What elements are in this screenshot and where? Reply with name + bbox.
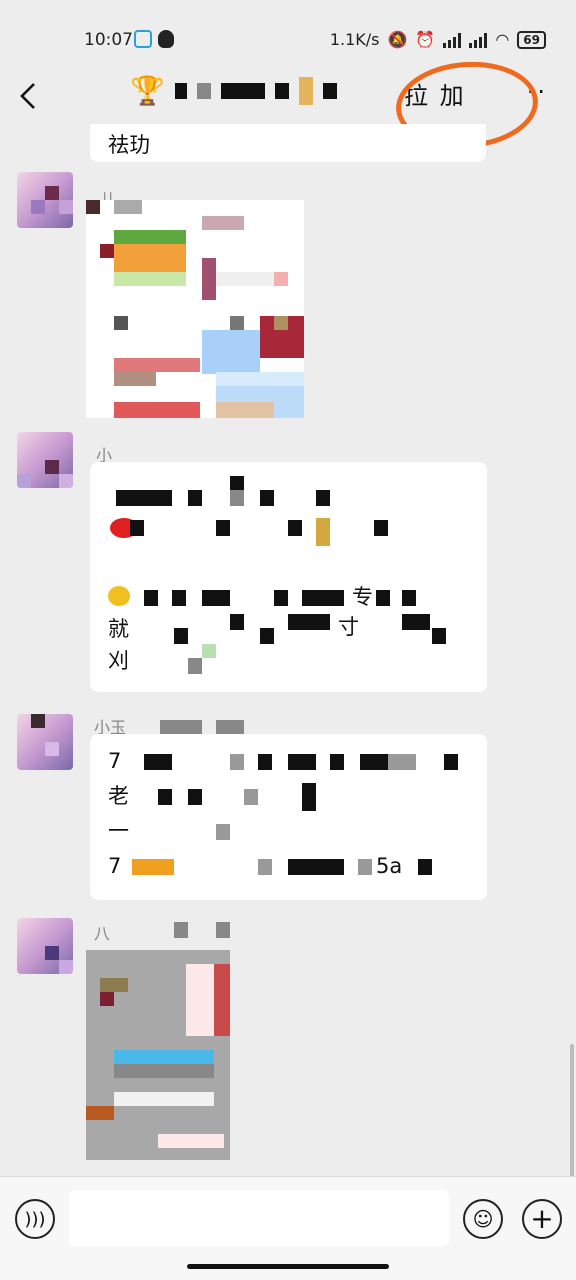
- message-text: 刈: [108, 649, 129, 673]
- redacted-block: [298, 76, 313, 105]
- message-text: 5a: [376, 854, 403, 878]
- redacted-block: [260, 628, 274, 644]
- signal-icon: [443, 32, 462, 48]
- net-speed: 1.1K/s: [329, 30, 380, 49]
- scrollbar[interactable]: [570, 1044, 574, 1176]
- redacted-block: [174, 922, 188, 938]
- message-input[interactable]: [69, 1190, 449, 1246]
- redacted-block: [230, 490, 244, 506]
- redacted-block: [116, 490, 172, 506]
- redacted-block: [376, 590, 390, 606]
- redacted-block: [216, 922, 230, 938]
- redacted-block: [402, 614, 430, 630]
- plus-icon[interactable]: +: [522, 1199, 562, 1239]
- emoji-redacted: [108, 586, 130, 606]
- trophy-icon: 🏆: [130, 74, 165, 107]
- message-text: 寸: [338, 615, 359, 639]
- home-indicator[interactable]: [187, 1264, 389, 1269]
- avatar[interactable]: [17, 918, 73, 974]
- status-right: 1.1K/s 🔕 ⏰ ◠ 69: [330, 30, 546, 49]
- redacted-block: [172, 590, 186, 606]
- status-time: 10:07: [84, 30, 133, 50]
- message-bubble[interactable]: 专 就 寸 刈: [90, 462, 487, 692]
- redacted-block: [202, 590, 230, 606]
- sender-nickname: 八: [94, 924, 111, 943]
- image-mosaic: [86, 200, 304, 418]
- wifi-icon: ◠: [495, 30, 510, 49]
- redacted-block: [188, 658, 202, 674]
- image-mosaic: [86, 950, 230, 1160]
- app-notification-icon: [134, 30, 152, 48]
- redacted-block: [316, 518, 330, 546]
- redacted-block: [288, 614, 330, 630]
- mute-icon: 🔕: [387, 30, 408, 49]
- redacted-block: [274, 82, 289, 99]
- image-message[interactable]: [86, 200, 304, 418]
- redacted-block: [220, 82, 265, 99]
- message-bubble[interactable]: 祛玏: [90, 124, 486, 162]
- qq-icon: [158, 30, 174, 48]
- battery-icon: 69: [517, 30, 546, 49]
- redacted-block: [432, 628, 446, 644]
- message-bubble[interactable]: 7 老 一 7 5a: [90, 734, 487, 900]
- emoji-icon[interactable]: ☺: [463, 1199, 503, 1239]
- redacted-block: [374, 520, 388, 536]
- avatar[interactable]: [17, 714, 73, 770]
- signal-icon-2: [469, 32, 488, 48]
- message-text: 老: [108, 784, 129, 808]
- message-text: 一: [108, 819, 129, 843]
- message-text: 7: [108, 749, 122, 773]
- redacted-block: [130, 520, 144, 536]
- redacted-block: [188, 490, 202, 506]
- redacted-block: [196, 82, 211, 99]
- redacted-block: [144, 590, 158, 606]
- redacted-block: [260, 490, 274, 506]
- redacted-block: [288, 520, 302, 536]
- avatar[interactable]: [17, 432, 73, 488]
- redacted-block: [402, 590, 416, 606]
- redacted-block: [316, 490, 330, 506]
- alarm-icon: ⏰: [415, 30, 436, 49]
- status-bar: 10:07 1.1K/s 🔕 ⏰ ◠ 69: [0, 0, 576, 68]
- message-text: 就: [108, 617, 129, 641]
- chat-title: 🏆: [130, 74, 337, 107]
- redacted-block: [322, 82, 337, 99]
- redacted-block: [302, 590, 344, 606]
- chat-message-list[interactable]: 祛玏 儿: [0, 124, 576, 1176]
- redacted-block: [174, 628, 188, 644]
- redacted-block: [216, 520, 230, 536]
- redacted-block: [230, 614, 244, 630]
- redacted-block: [174, 82, 187, 99]
- voice-icon[interactable]: ))): [15, 1199, 55, 1239]
- image-message[interactable]: [86, 950, 230, 1160]
- redacted-block: [202, 644, 216, 658]
- status-notification-icons: [134, 30, 174, 48]
- message-text: 7: [108, 854, 122, 878]
- avatar[interactable]: [17, 172, 73, 228]
- redacted-block: [274, 590, 288, 606]
- back-arrow-icon[interactable]: [16, 76, 42, 116]
- message-text: 祛玏: [108, 133, 150, 157]
